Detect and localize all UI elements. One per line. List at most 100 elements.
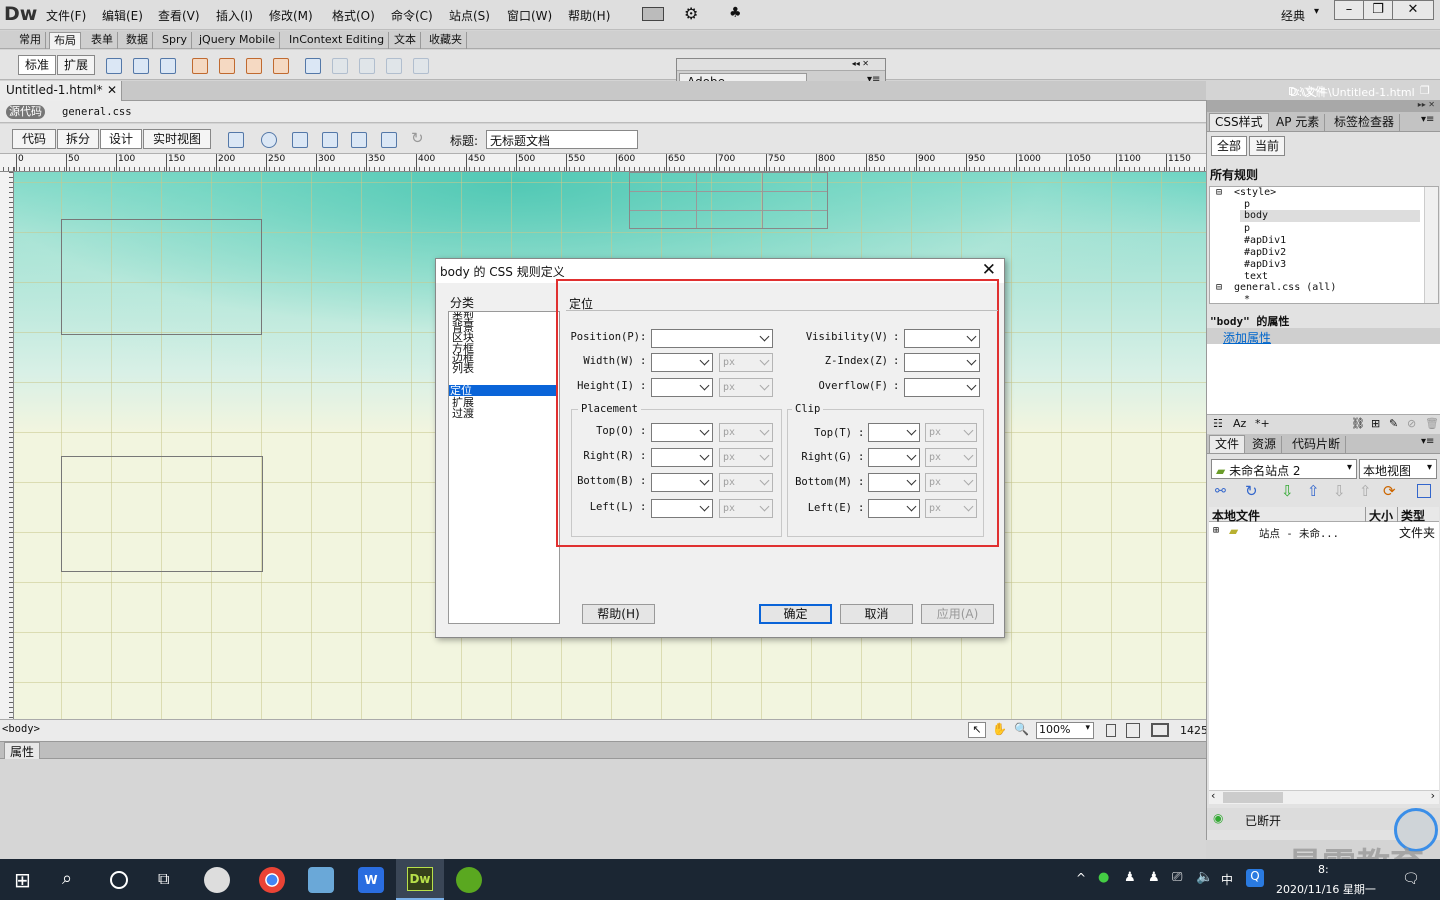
attach-style-icon[interactable]: ⛓	[1351, 417, 1365, 430]
tree-node[interactable]: p	[1244, 223, 1250, 235]
spry-collapsible-icon[interactable]	[273, 58, 289, 74]
horizontal-scrollbar[interactable]: ‹ ›	[1209, 789, 1439, 804]
width-select[interactable]	[651, 353, 713, 372]
insert-div-icon[interactable]	[106, 58, 122, 74]
insert-table-icon[interactable]	[160, 58, 176, 74]
tree-node[interactable]: #apDiv2	[1244, 247, 1286, 259]
menu-window[interactable]: 窗口(W)	[507, 7, 552, 24]
check-in-icon[interactable]: ⇧	[1359, 482, 1372, 500]
menu-format[interactable]: 格式(O)	[332, 7, 375, 24]
workspace-switcher[interactable]: 经典	[1281, 7, 1305, 24]
hand-tool-icon[interactable]: ✋	[992, 722, 1007, 736]
placement-right-select[interactable]	[651, 448, 713, 467]
qq-icon[interactable]: ♟	[1124, 870, 1136, 885]
zoom-tool-icon[interactable]: 🔍	[1014, 722, 1029, 736]
all-mode-button[interactable]: 全部	[1211, 136, 1247, 156]
put-files-icon[interactable]: ⇧	[1307, 482, 1320, 500]
menu-view[interactable]: 查看(V)	[158, 7, 200, 24]
iframe-icon[interactable]	[305, 58, 321, 74]
menu-modify[interactable]: 修改(M)	[269, 7, 313, 24]
files-list[interactable]: ⊞ ▰ 站点 - 未命... 文件夹 ‹ ›	[1209, 522, 1439, 804]
tab-forms[interactable]: 表单	[87, 32, 118, 49]
category-positioning[interactable]: 定位	[449, 385, 557, 396]
menu-file[interactable]: 文件(F)	[46, 7, 86, 24]
apdiv-box[interactable]	[61, 219, 262, 335]
start-icon[interactable]: ⊞	[14, 868, 31, 892]
spry-tabbed-icon[interactable]	[219, 58, 235, 74]
height-select[interactable]	[651, 378, 713, 397]
related-file-css[interactable]: general.css	[62, 106, 132, 118]
view-select[interactable]: 本地视图 ▾	[1359, 459, 1437, 479]
overflow-select[interactable]	[904, 378, 980, 397]
close-icon[interactable]: ✕	[107, 83, 117, 97]
close-button[interactable]: ✕	[1392, 0, 1434, 20]
cancel-button[interactable]: 取消	[840, 604, 913, 624]
qq-browser-icon[interactable]: Q	[1246, 869, 1264, 887]
expanded-mode-button[interactable]: 扩展	[57, 55, 95, 75]
check-browser-icon[interactable]	[322, 132, 338, 148]
tab-jquery-mobile[interactable]: jQuery Mobile	[195, 32, 281, 49]
ime-indicator[interactable]: 中	[1221, 871, 1233, 888]
clip-bottom-select[interactable]	[868, 473, 920, 492]
tree-node[interactable]: #apDiv1	[1244, 235, 1286, 247]
visibility-select[interactable]	[904, 329, 980, 348]
chrome-icon[interactable]	[259, 867, 285, 893]
qq2-icon[interactable]: ♟	[1148, 870, 1160, 885]
alpha-view-icon[interactable]: Az	[1233, 417, 1246, 430]
page-title-input[interactable]: 无标题文档	[486, 130, 638, 149]
split-view-button[interactable]: 拆分	[57, 129, 99, 149]
volume-icon[interactable]: 🔈	[1196, 869, 1213, 885]
desktop-size-icon[interactable]	[1151, 723, 1169, 737]
css-rules-tree[interactable]: ⊟ <style> p body p #apDiv1 #apDiv2 #apDi…	[1209, 186, 1439, 304]
close-icon[interactable]: ✕	[982, 260, 996, 280]
tab-files[interactable]: 文件	[1209, 435, 1246, 453]
panel-menu-icon[interactable]: ▾≡	[1421, 436, 1434, 447]
ok-button[interactable]: 确定	[759, 604, 832, 624]
design-view-button[interactable]: 设计	[100, 129, 142, 149]
panel-collapse-icon[interactable]: ◂◂ ✕	[677, 59, 885, 71]
set-properties-icon[interactable]: *+	[1255, 417, 1270, 430]
code-view-button[interactable]: 代码	[12, 129, 56, 149]
tab-favorites[interactable]: 收藏夹	[425, 32, 467, 49]
wps-icon[interactable]: W	[358, 867, 384, 893]
tab-common[interactable]: 常用	[15, 32, 46, 49]
dreamweaver-task[interactable]: Dw	[396, 859, 444, 900]
help-button[interactable]: 帮助(H)	[582, 604, 655, 624]
layout-icon[interactable]	[642, 7, 664, 21]
tab-layout[interactable]: 布局	[49, 32, 81, 49]
menu-site[interactable]: 站点(S)	[449, 7, 490, 24]
tab-spry[interactable]: Spry	[158, 32, 192, 49]
notifications-icon[interactable]: 🗨	[1402, 871, 1420, 887]
placement-bottom-select[interactable]	[651, 473, 713, 492]
apdiv-box[interactable]	[61, 456, 263, 572]
phone-size-icon[interactable]	[1106, 724, 1116, 737]
site-map-icon[interactable]: ♣	[729, 5, 742, 21]
category-view-icon[interactable]: ☷	[1213, 417, 1223, 430]
panel-menu-icon[interactable]: ▾≡	[1421, 114, 1434, 125]
connect-icon[interactable]: ⚯	[1215, 484, 1226, 499]
site-select[interactable]: ▰ 未命名站点 2 ▾	[1211, 459, 1357, 479]
menu-edit[interactable]: 编辑(E)	[102, 7, 143, 24]
tab-assets[interactable]: 资源	[1247, 436, 1283, 454]
spry-menu-icon[interactable]	[192, 58, 208, 74]
check-out-icon[interactable]: ⇩	[1333, 482, 1346, 500]
sync-icon[interactable]: ⟳	[1383, 482, 1396, 500]
menu-insert[interactable]: 插入(I)	[216, 7, 253, 24]
pointer-tool-icon[interactable]: ↖	[968, 722, 986, 738]
category-list-style[interactable]: 列表	[451, 363, 559, 374]
tree-node[interactable]: body	[1244, 210, 1268, 222]
document-tab[interactable]: Untitled-1.html* ✕	[0, 81, 122, 101]
refresh-icon[interactable]: ↻	[1245, 482, 1258, 500]
category-list[interactable]: 类型 背景 区块 方框 边框 列表 定位 扩展 过渡	[448, 311, 560, 624]
tab-ap-elements[interactable]: AP 元素	[1271, 114, 1326, 132]
expand-view-icon[interactable]	[1417, 484, 1431, 498]
refresh-icon[interactable]: ↻	[411, 129, 424, 147]
task-view-icon[interactable]: ⧉	[158, 869, 169, 889]
tab-css-styles[interactable]: CSS样式	[1209, 113, 1269, 131]
expand-icon[interactable]: ⊟	[1216, 187, 1222, 199]
site-row-name[interactable]: 站点 - 未命...	[1259, 526, 1339, 541]
gear-icon[interactable]: ⚙	[684, 4, 698, 23]
insert-apdiv-icon[interactable]	[133, 58, 149, 74]
expand-icon[interactable]: ⊟	[1216, 282, 1222, 294]
minimize-button[interactable]: –	[1334, 0, 1364, 20]
